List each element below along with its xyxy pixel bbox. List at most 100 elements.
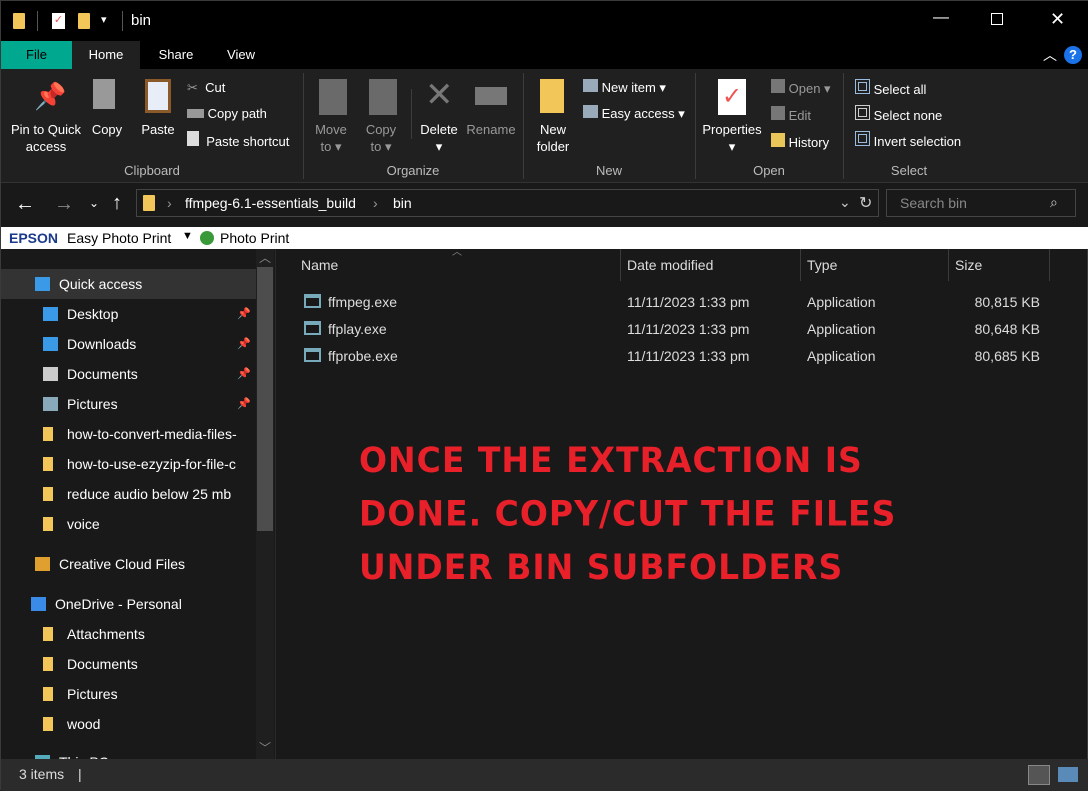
tab-view[interactable]: View xyxy=(211,41,271,69)
epson-toolbar: EPSON Easy Photo Print ▼ Photo Print xyxy=(1,227,1088,249)
move-to-icon xyxy=(319,79,347,115)
easy-access-icon xyxy=(583,105,598,118)
file-name: ffprobe.exe xyxy=(328,348,398,364)
customize-toolbar-icon[interactable]: ▾ xyxy=(101,13,107,26)
properties-quick-icon[interactable]: ✓ xyxy=(52,13,65,29)
history-icon xyxy=(771,133,785,147)
sidebar-item[interactable]: OneDrive - Personal xyxy=(1,589,256,619)
tab-file[interactable]: File xyxy=(1,41,72,69)
sidebar-item[interactable]: Documents 📌 xyxy=(1,359,256,389)
sidebar-item[interactable]: Pictures xyxy=(1,679,256,709)
divider xyxy=(122,11,123,31)
group-label-clipboard: Clipboard xyxy=(124,163,180,178)
up-button[interactable]: ↑ xyxy=(112,192,122,215)
breadcrumb-separator: › xyxy=(373,195,378,211)
group-label-select: Select xyxy=(890,163,928,178)
sidebar-item-label: Desktop xyxy=(67,306,119,322)
easy-access-button[interactable]: Easy access ▾ xyxy=(583,105,685,122)
recent-locations-button[interactable]: ⌄ xyxy=(89,196,99,210)
documents-icon xyxy=(43,367,58,381)
maximize-button[interactable] xyxy=(991,13,1003,25)
annotation-line: DONE. COPY/CUT THE FILES xyxy=(359,493,897,534)
edit-button[interactable]: Edit xyxy=(771,106,811,124)
copy-path-button[interactable]: Copy path xyxy=(187,105,267,122)
select-all-button[interactable]: Select all xyxy=(855,79,926,98)
pin-icon: 📌 xyxy=(237,398,251,410)
new-folder-quick-icon[interactable] xyxy=(78,13,90,29)
sidebar-item[interactable]: how-to-convert-media-files- xyxy=(1,419,256,449)
close-button[interactable]: ✕ xyxy=(1050,9,1065,30)
back-button[interactable]: ← xyxy=(15,193,35,216)
search-icon[interactable]: ⌕ xyxy=(1050,194,1058,211)
sidebar-item[interactable]: wood xyxy=(1,709,256,739)
address-bar[interactable]: › ffmpeg-6.1-essentials_build › bin ⌄ ↻ xyxy=(136,189,879,217)
column-header-name[interactable]: Name xyxy=(295,249,621,281)
sidebar-item[interactable]: Downloads 📌 xyxy=(1,329,256,359)
sidebar-item[interactable]: voice xyxy=(1,509,256,539)
annotation-line: UNDER BIN SUBFOLDERS xyxy=(359,546,844,588)
table-row[interactable]: ffmpeg.exe 11/11/2023 1:33 pm Applicatio… xyxy=(295,292,1055,314)
new-folder-label-2: folder xyxy=(536,139,570,154)
item-count: 3 items xyxy=(19,766,65,782)
copy-to-label-2: to xyxy=(370,139,382,154)
scroll-down-icon[interactable]: ﹀ xyxy=(259,739,271,756)
group-label-organize: Organize xyxy=(386,163,440,178)
sidebar-item-label: wood xyxy=(67,716,101,732)
breadcrumb-item[interactable]: bin xyxy=(393,195,412,211)
sidebar-item[interactable]: Creative Cloud Files xyxy=(1,549,256,579)
epson-logo: EPSON xyxy=(9,230,59,246)
sidebar-item[interactable]: Documents xyxy=(1,649,256,679)
navigation-bar: ← → ⌄ ↑ › ffmpeg-6.1-essentials_build › … xyxy=(1,183,1088,227)
file-name: ffplay.exe xyxy=(328,321,387,337)
column-header-size[interactable]: Size xyxy=(949,249,1050,281)
collapse-ribbon-icon[interactable]: ︿ xyxy=(1043,45,1057,65)
refresh-icon[interactable]: ↻ xyxy=(859,193,872,213)
new-item-button[interactable]: New item ▾ xyxy=(583,79,666,96)
select-none-button[interactable]: Select none xyxy=(855,105,942,124)
copy-to-label: Copy xyxy=(365,122,397,137)
printer-icon xyxy=(200,231,214,245)
large-icons-view-button[interactable] xyxy=(1058,767,1078,782)
annotation-text: ONCE THE EXTRACTION IS DONE. COPY/CUT TH… xyxy=(359,433,896,594)
search-box[interactable]: Search bin ⌕ xyxy=(886,189,1076,217)
help-icon[interactable]: ? xyxy=(1064,46,1082,64)
minimize-button[interactable]: — xyxy=(933,9,949,27)
invert-selection-button[interactable]: Invert selection xyxy=(855,131,961,150)
tab-share[interactable]: Share xyxy=(141,41,211,69)
table-row[interactable]: ffprobe.exe 11/11/2023 1:33 pm Applicati… xyxy=(295,346,1055,368)
paste-shortcut-button[interactable]: Paste shortcut xyxy=(187,131,289,150)
ribbon-tabs: File Home Share View ︿ ? xyxy=(1,41,1088,69)
sidebar-item[interactable]: Desktop 📌 xyxy=(1,299,256,329)
folder-icon xyxy=(143,195,155,211)
dropdown-icon[interactable]: ▼ xyxy=(182,230,193,242)
sidebar-item-label: how-to-use-ezyzip-for-file-c xyxy=(67,456,236,472)
sidebar-item-label: OneDrive - Personal xyxy=(55,596,182,612)
open-button[interactable]: Open ▾ xyxy=(771,79,831,97)
navigation-pane: Quick access Desktop 📌 Downloads 📌 Documents 📌… xyxy=(1,249,276,770)
breadcrumb-item[interactable]: ffmpeg-6.1-essentials_build xyxy=(185,195,356,211)
forward-button[interactable]: → xyxy=(54,193,74,216)
address-dropdown-icon[interactable]: ⌄ xyxy=(839,194,851,211)
scroll-up-icon[interactable]: ︿ xyxy=(259,249,271,266)
easy-photo-print-button[interactable]: Easy Photo Print xyxy=(67,230,171,246)
sidebar-item[interactable]: Attachments xyxy=(1,619,256,649)
details-view-button[interactable] xyxy=(1028,765,1050,785)
group-label-open: Open xyxy=(753,163,785,178)
column-header-date[interactable]: Date modified xyxy=(621,249,801,281)
folder-icon xyxy=(43,717,53,731)
sidebar-item[interactable]: Pictures 📌 xyxy=(1,389,256,419)
scrollbar-thumb[interactable] xyxy=(257,267,273,531)
sidebar-item[interactable]: Quick access xyxy=(1,269,256,299)
sidebar-item[interactable]: how-to-use-ezyzip-for-file-c xyxy=(1,449,256,479)
sidebar-scrollbar[interactable]: ︿ ﹀ xyxy=(256,249,274,759)
table-row[interactable]: ffplay.exe 11/11/2023 1:33 pm Applicatio… xyxy=(295,319,1055,341)
column-header-type[interactable]: Type xyxy=(801,249,949,281)
history-button[interactable]: History xyxy=(771,133,829,151)
select-none-icon xyxy=(855,105,870,120)
cut-button[interactable]: ✂ Cut xyxy=(187,79,225,96)
photo-print-button[interactable]: Photo Print xyxy=(220,230,289,246)
search-input[interactable]: Search bin xyxy=(900,195,967,211)
sidebar-item[interactable]: reduce audio below 25 mb xyxy=(1,479,256,509)
pictures-icon xyxy=(43,397,58,411)
tab-home[interactable]: Home xyxy=(72,41,140,69)
